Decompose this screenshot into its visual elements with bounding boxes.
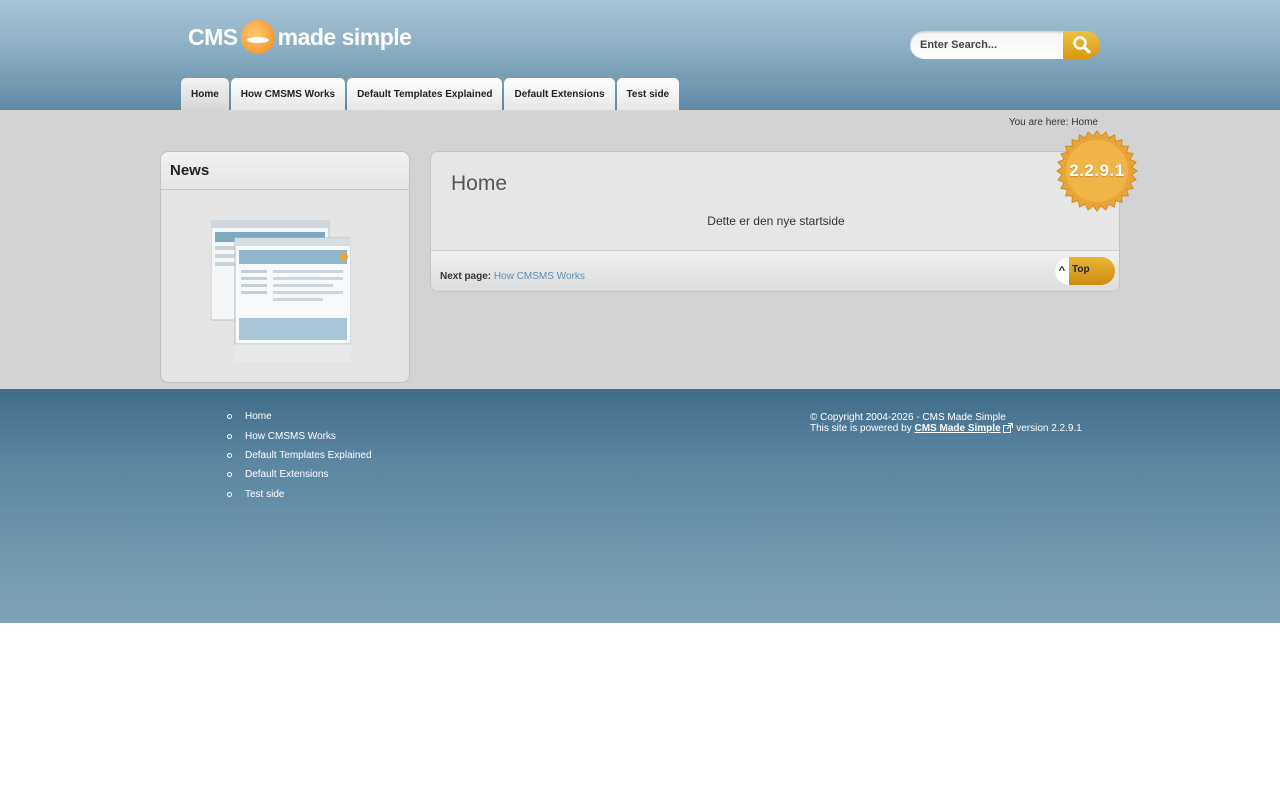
main-content-footer: Next page: How CMSMS Works ^ Top <box>431 250 1119 291</box>
caret-up-icon: ^ <box>1055 257 1069 285</box>
nav-tab-test-side[interactable]: Test side <box>616 78 680 110</box>
site-footer: Home How CMSMS Works Default Templates E… <box>0 389 1280 623</box>
back-to-top-button[interactable]: ^ Top <box>1055 257 1115 285</box>
site-logo[interactable]: CMS made simple <box>188 18 412 56</box>
search-box <box>910 31 1100 59</box>
footer-link-how-cmsms-works[interactable]: How CMSMS Works <box>245 431 336 442</box>
bullet-icon <box>227 414 232 420</box>
footer-nav-item: Test side <box>227 485 372 504</box>
screenshots-illustration <box>211 220 351 362</box>
cms-made-simple-link[interactable]: CMS Made Simple <box>915 423 1001 434</box>
bullet-icon <box>227 433 232 439</box>
site-header: CMS made simple Home How CMSMS Works Def… <box>0 0 1280 110</box>
nav-tab-home[interactable]: Home <box>181 78 229 110</box>
powered-by: This site is powered by CMS Made Simple … <box>810 423 1082 434</box>
main-content: Home Dette er den nye startside Next pag… <box>430 151 1120 292</box>
bullet-icon <box>227 472 232 478</box>
page-body-text: Dette er den nye startside <box>707 214 845 228</box>
powered-suffix: version 2.2.9.1 <box>1016 423 1082 434</box>
search-input[interactable] <box>910 31 1066 59</box>
logo-text-left: CMS <box>188 23 238 50</box>
nav-tab-default-templates-explained[interactable]: Default Templates Explained <box>347 78 503 110</box>
footer-link-test-side[interactable]: Test side <box>245 489 284 500</box>
copyright-block: © Copyright 2004-2026 - CMS Made Simple … <box>810 412 1082 434</box>
magnifier-icon <box>1072 36 1091 54</box>
version-badge: 2.2.9.1 <box>1056 130 1138 212</box>
footer-nav-item: How CMSMS Works <box>227 426 372 445</box>
news-sidebar: News <box>160 151 410 383</box>
next-page-link[interactable]: How CMSMS Works <box>494 271 585 282</box>
top-label: Top <box>1072 264 1090 275</box>
bullet-icon <box>227 452 232 458</box>
breadcrumb-current: Home <box>1071 117 1098 128</box>
main-nav: Home How CMSMS Works Default Templates E… <box>181 78 680 110</box>
breadcrumb-prefix: You are here: <box>1008 117 1069 128</box>
version-number: 2.2.9.1 <box>1069 161 1125 180</box>
footer-nav-item: Default Templates Explained <box>227 446 372 465</box>
copyright-text: © Copyright 2004-2026 - CMS Made Simple <box>810 412 1006 423</box>
nav-tab-default-extensions[interactable]: Default Extensions <box>504 78 615 110</box>
footer-nav-item: Home <box>227 407 372 426</box>
search-button[interactable] <box>1063 31 1100 59</box>
logo-text-right: made simple <box>277 23 412 50</box>
sidebar-title: News <box>170 162 210 179</box>
breadcrumb: You are here: Home <box>1009 117 1098 128</box>
powered-prefix: This site is powered by <box>810 423 912 434</box>
footer-link-default-extensions[interactable]: Default Extensions <box>245 469 328 480</box>
page-title: Home <box>451 172 508 195</box>
island-sun-icon <box>240 20 275 54</box>
nav-tab-how-cmsms-works[interactable]: How CMSMS Works <box>230 78 346 110</box>
sidebar-header: News <box>161 152 409 190</box>
footer-nav: Home How CMSMS Works Default Templates E… <box>227 407 372 504</box>
footer-link-default-templates-explained[interactable]: Default Templates Explained <box>245 450 372 461</box>
footer-link-home[interactable]: Home <box>245 411 272 422</box>
next-page-label: Next page: <box>440 271 492 282</box>
external-link-icon <box>1003 423 1014 434</box>
footer-nav-item: Default Extensions <box>227 465 372 484</box>
next-page: Next page: How CMSMS Works <box>440 271 585 282</box>
bullet-icon <box>227 491 232 497</box>
